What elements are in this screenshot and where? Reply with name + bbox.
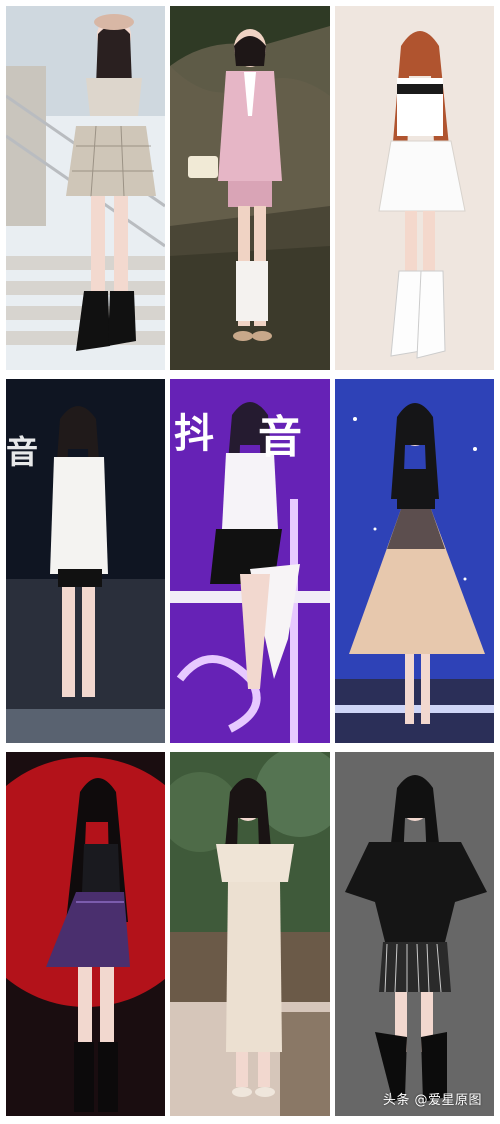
stage-sign-character: 音: [6, 433, 39, 471]
stage-sign-left: 抖: [174, 411, 214, 457]
photo-purple-dress-red-backdrop: [6, 752, 165, 1116]
photo-plaid-outfit-stairs: [6, 6, 165, 370]
photo-seated-purple-stage: 抖 音: [170, 379, 330, 743]
photo-knit-dress-garden: [170, 752, 330, 1116]
stage-sign-right: 音: [258, 412, 302, 463]
photo-tulle-gown-stage: [335, 379, 494, 743]
photo-white-skirt-boots: [335, 6, 494, 370]
watermark-text: 头条 @爱星原图: [382, 1093, 482, 1108]
photo-black-sequin-outfit: 头条 @爱星原图: [335, 752, 494, 1116]
photo-pink-tweed-suit-tree: [170, 6, 330, 370]
photo-white-shirt-stage: 音: [6, 379, 165, 743]
photo-collage: 音 抖 音 头条 @爱星原图: [0, 0, 500, 1124]
